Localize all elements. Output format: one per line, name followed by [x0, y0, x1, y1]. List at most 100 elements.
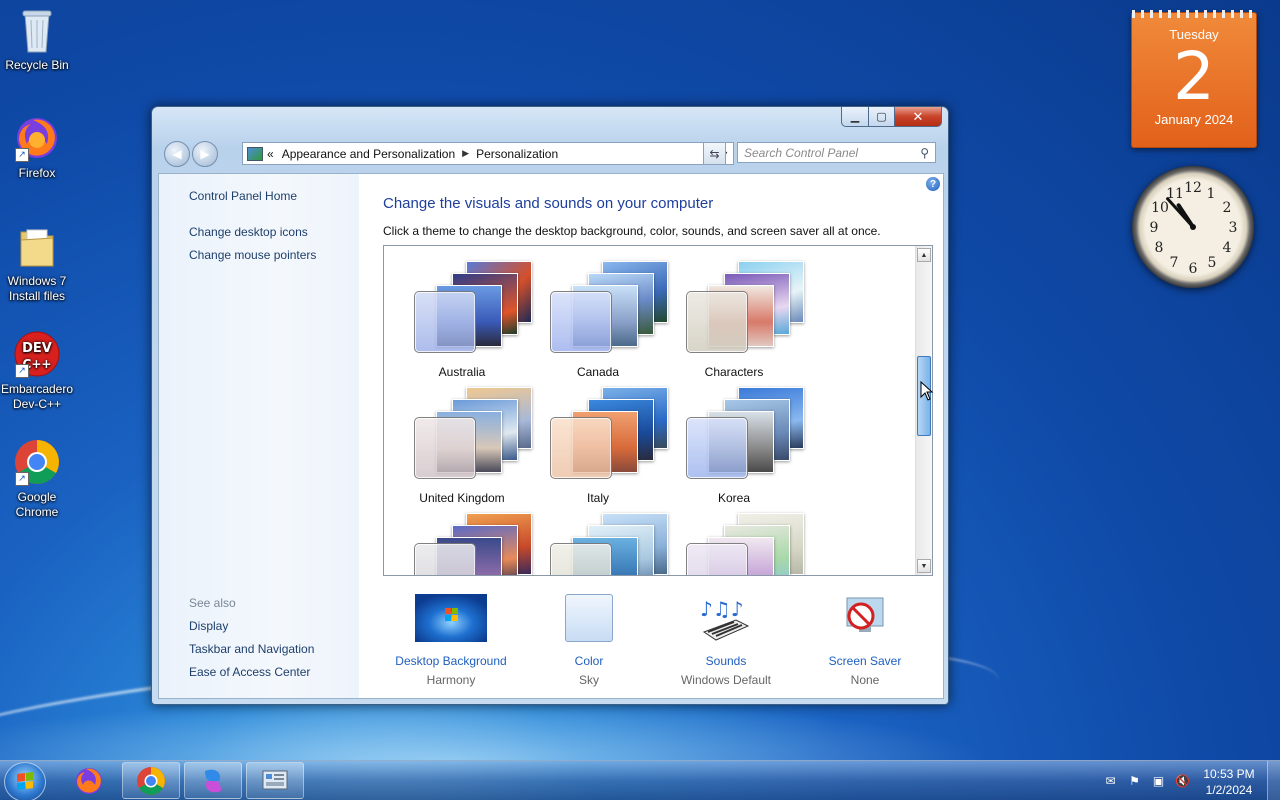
breadcrumb-appearance[interactable]: Appearance and Personalization — [282, 147, 455, 161]
theme-name: Australia — [438, 365, 486, 379]
theme-name: Italy — [586, 491, 609, 505]
svg-text:12: 12 — [1184, 180, 1202, 196]
calendar-gadget[interactable]: Tuesday 2 January 2024 — [1131, 10, 1257, 148]
start-button[interactable] — [4, 762, 46, 800]
show-desktop-button[interactable] — [1267, 761, 1280, 800]
forward-button[interactable]: ▶ — [192, 141, 218, 167]
breadcrumb-separator-icon[interactable]: ▶ — [462, 148, 469, 159]
sounds-icon: ♪♫♪ — [690, 594, 762, 642]
action-center-flag-icon[interactable]: ⚑ — [1127, 774, 1142, 788]
theme-united-kingdom[interactable]: United Kingdom — [398, 387, 534, 511]
desktop-icon-firefox[interactable]: ↗ Firefox — [0, 114, 74, 181]
sounds-setting[interactable]: ♪♫♪ Sounds Windows Default — [656, 594, 796, 687]
folder-icon — [13, 222, 61, 270]
theme-name: United Kingdom — [419, 491, 505, 505]
search-input[interactable]: Search Control Panel ⚲ — [737, 142, 936, 163]
desktop-icon-windows7-install-files[interactable]: Windows 7 Install files — [0, 222, 74, 304]
screen-saver-setting[interactable]: Screen Saver None — [795, 594, 935, 687]
svg-text:2: 2 — [1223, 200, 1232, 216]
theme-italy[interactable]: Italy — [534, 387, 670, 511]
devcpp-icon: DEV C++ ↗ — [13, 330, 61, 378]
svg-text:DEV: DEV — [22, 341, 52, 356]
change-desktop-icons-link[interactable]: Change desktop icons — [189, 225, 308, 239]
maximize-icon: ▢ — [876, 111, 887, 123]
taskbar-navigation-link[interactable]: Taskbar and Navigation — [189, 642, 314, 656]
shortcut-arrow-icon: ↗ — [15, 472, 29, 486]
volume-muted-icon[interactable]: 🔇 — [1175, 774, 1190, 788]
desktop-background-label[interactable]: Desktop Background — [381, 654, 521, 668]
desktop-icon-devcpp[interactable]: DEV C++ ↗ Embarcadero Dev-C++ — [0, 330, 74, 412]
control-panel-home-link[interactable]: Control Panel Home — [189, 189, 297, 203]
taskbar-firefox[interactable] — [60, 762, 118, 799]
chrome-icon — [137, 766, 165, 795]
back-arrow-icon: ◀ — [172, 147, 182, 161]
calendar-day: 2 — [1173, 38, 1215, 115]
scroll-up-arrow-icon[interactable]: ▲ — [917, 248, 931, 262]
desktop-background-setting[interactable]: Desktop Background Harmony — [381, 594, 521, 687]
chrome-icon: ↗ — [13, 438, 61, 486]
theme-characters[interactable]: Characters — [670, 261, 806, 385]
recycle-bin-icon — [13, 6, 61, 54]
address-bar[interactable]: « Appearance and Personalization ▶ Perso… — [242, 142, 734, 165]
personalization-window[interactable]: ▁ ▢ ✕ ◀ ▶ « Appearance and Personalizati… — [151, 106, 949, 705]
color-setting[interactable]: Color Sky — [519, 594, 659, 687]
windows-logo-icon — [17, 772, 33, 790]
taskbar-copilot[interactable] — [184, 762, 242, 799]
screen-saver-label[interactable]: Screen Saver — [795, 654, 935, 668]
color-label[interactable]: Color — [519, 654, 659, 668]
ease-of-access-link[interactable]: Ease of Access Center — [189, 665, 310, 679]
theme-korea[interactable]: Korea — [670, 387, 806, 511]
mouse-cursor-icon — [920, 381, 934, 401]
scroll-down-arrow-icon[interactable]: ▼ — [917, 559, 931, 573]
taskbar-chrome[interactable] — [122, 762, 180, 799]
svg-text:8: 8 — [1155, 240, 1164, 256]
theme-row3-3[interactable] — [670, 513, 806, 575]
search-placeholder: Search Control Panel — [744, 145, 859, 160]
taskbar-clock[interactable]: 10:53 PM 1/2/2024 — [1196, 766, 1262, 798]
maximize-button[interactable]: ▢ — [869, 107, 895, 127]
back-button[interactable]: ◀ — [164, 141, 190, 167]
theme-australia[interactable]: Australia — [398, 261, 534, 385]
breadcrumb-prefix[interactable]: « — [267, 147, 274, 161]
network-icon[interactable]: ▣ — [1151, 774, 1166, 788]
themes-list[interactable]: Australia Canada Characters United Kingd… — [383, 245, 933, 576]
taskbar-date: 1/2/2024 — [1205, 783, 1253, 797]
shortcut-arrow-icon: ↗ — [15, 364, 29, 378]
themes-scrollbar[interactable]: ▲ ▼ — [915, 246, 932, 575]
theme-row3-2[interactable] — [534, 513, 670, 575]
firefox-icon — [76, 767, 102, 794]
desktop-icon-label: Windows 7 Install files — [7, 274, 67, 303]
outlook-tray-icon[interactable]: ✉ — [1103, 774, 1118, 788]
close-button[interactable]: ✕ — [895, 107, 942, 127]
desktop-icon-recycle-bin[interactable]: Recycle Bin — [0, 6, 74, 73]
clock-gadget[interactable]: 12 1 2 3 4567 8 9 10 11 — [1132, 166, 1254, 288]
caption-buttons: ▁ ▢ ✕ — [841, 107, 942, 127]
close-icon: ✕ — [912, 108, 924, 124]
firefox-icon: ↗ — [13, 114, 61, 162]
clock-face: 12 123 4567 891011 — [1150, 180, 1238, 277]
screen-saver-icon — [829, 594, 901, 642]
forward-arrow-icon: ▶ — [200, 147, 210, 161]
theme-row3-1[interactable] — [398, 513, 534, 575]
svg-text:1: 1 — [1207, 186, 1216, 202]
system-tray: ✉ ⚑ ▣ 🔇 — [1103, 774, 1190, 788]
desktop-icon-label: Google Chrome — [15, 490, 59, 519]
theme-canada[interactable]: Canada — [534, 261, 670, 385]
desktop-icon-label: Firefox — [18, 166, 56, 180]
desktop-background-thumbnail — [415, 594, 487, 642]
refresh-button[interactable]: ⇆ — [703, 142, 726, 165]
search-icon: ⚲ — [920, 145, 929, 160]
help-icon[interactable]: ? — [926, 177, 940, 191]
minimize-button[interactable]: ▁ — [841, 107, 869, 127]
sounds-label[interactable]: Sounds — [656, 654, 796, 668]
refresh-icon: ⇆ — [709, 146, 720, 161]
breadcrumb-personalization[interactable]: Personalization — [476, 147, 558, 161]
svg-text:♪♫♪: ♪♫♪ — [700, 597, 743, 621]
svg-text:6: 6 — [1189, 261, 1198, 277]
copilot-icon — [205, 769, 221, 792]
display-link[interactable]: Display — [189, 619, 228, 633]
taskbar-control-panel[interactable] — [246, 762, 304, 799]
shortcut-arrow-icon: ↗ — [15, 148, 29, 162]
desktop-icon-google-chrome[interactable]: ↗ Google Chrome — [0, 438, 74, 520]
change-mouse-pointers-link[interactable]: Change mouse pointers — [189, 248, 316, 262]
